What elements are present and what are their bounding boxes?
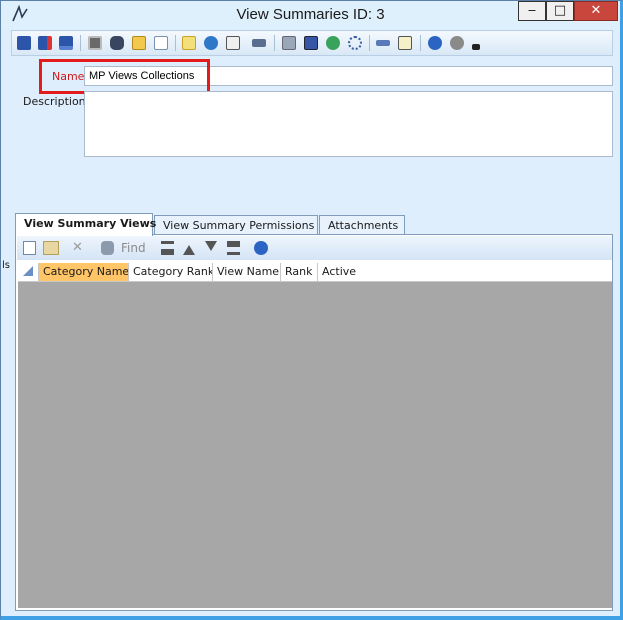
corner-triangle-icon	[23, 266, 33, 276]
import-icon[interactable]	[376, 40, 390, 46]
list-icon[interactable]	[154, 36, 168, 50]
info-icon[interactable]	[450, 36, 464, 50]
binoculars-icon[interactable]	[101, 241, 114, 255]
web-icon[interactable]	[326, 36, 340, 50]
column-header-view-name[interactable]: View Name	[213, 263, 281, 281]
tab-attachments[interactable]: Attachments	[319, 215, 405, 235]
description-field[interactable]	[84, 91, 613, 157]
column-header-rank[interactable]: Rank	[281, 263, 318, 281]
name-field[interactable]	[84, 66, 613, 86]
id-icon[interactable]	[226, 36, 240, 50]
circle-icon[interactable]	[348, 36, 362, 50]
new-row-icon[interactable]	[23, 241, 36, 255]
description-label: Description	[23, 95, 86, 108]
column-header-category-rank[interactable]: Category Rank	[129, 263, 213, 281]
close-button[interactable]: ✕	[574, 1, 618, 21]
maximize-button[interactable]: □	[546, 1, 574, 21]
grid-panel: ✕ Find Category Name Category Rank View …	[15, 235, 613, 611]
tab-view-summary-views[interactable]: View Summary Views	[15, 213, 156, 236]
toolbar-separator	[274, 35, 275, 51]
link-icon[interactable]	[252, 39, 266, 47]
column-header-active[interactable]: Active	[318, 263, 362, 281]
move-top-icon[interactable]	[161, 241, 174, 255]
title-bar: View Summaries ID: 3 ‒ □ ✕	[1, 1, 620, 29]
more-icon[interactable]	[472, 44, 480, 50]
toolbar-separator	[80, 35, 81, 51]
toolbar-separator	[369, 35, 370, 51]
new-record-icon[interactable]	[182, 36, 196, 50]
toolbar-separator	[420, 35, 421, 51]
grid-body[interactable]	[18, 282, 612, 608]
toolbar-separator	[175, 35, 176, 51]
name-label: Name	[52, 70, 85, 83]
open-folder-icon[interactable]	[43, 241, 59, 255]
move-up-icon[interactable]	[183, 241, 195, 255]
find-button[interactable]: Find	[121, 241, 146, 255]
tab-strip: View Summary Views View Summary Permissi…	[15, 213, 615, 236]
move-down-icon[interactable]	[205, 241, 217, 255]
column-header-category-name[interactable]: Category Name	[39, 263, 129, 281]
save-icon[interactable]	[17, 36, 31, 50]
main-toolbar	[11, 30, 613, 56]
merge-icon[interactable]	[304, 36, 318, 50]
help-icon[interactable]	[254, 241, 268, 255]
copy-icon[interactable]	[282, 36, 296, 50]
save-new-icon[interactable]	[59, 36, 73, 50]
refresh-icon[interactable]	[204, 36, 218, 50]
side-text: ls	[2, 260, 10, 271]
minimize-button[interactable]: ‒	[518, 1, 546, 21]
save-close-icon[interactable]	[38, 36, 52, 50]
grid-header: Category Name Category Rank View Name Ra…	[18, 263, 612, 282]
select-all-corner[interactable]	[18, 263, 39, 281]
delete-icon[interactable]: ✕	[72, 241, 85, 255]
help-icon[interactable]	[428, 36, 442, 50]
binoculars-icon[interactable]	[110, 36, 124, 50]
open-folder-icon[interactable]	[132, 36, 146, 50]
app-window: View Summaries ID: 3 ‒ □ ✕ Name Descript…	[0, 0, 623, 620]
grid-toolbar: ✕ Find	[17, 236, 612, 260]
tab-view-summary-permissions[interactable]: View Summary Permissions	[154, 215, 318, 235]
move-bottom-icon[interactable]	[227, 241, 240, 255]
note-icon[interactable]	[398, 36, 412, 50]
print-icon[interactable]	[88, 36, 102, 50]
